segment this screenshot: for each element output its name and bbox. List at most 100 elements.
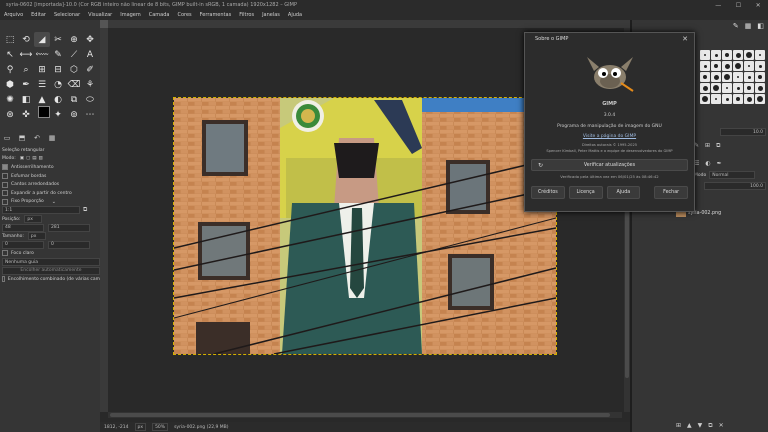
tool-icon[interactable]: ◐ bbox=[50, 92, 66, 107]
pattern-icon[interactable]: ▦ bbox=[745, 22, 752, 32]
antialias-option[interactable]: Antisserrilhamento bbox=[0, 163, 100, 172]
tool-icon[interactable]: ⬭ bbox=[82, 92, 98, 107]
vertical-ruler[interactable] bbox=[100, 28, 108, 412]
expand-center-checkbox[interactable] bbox=[2, 190, 8, 197]
brush-preset[interactable] bbox=[711, 50, 721, 60]
menu-cores[interactable]: Cores bbox=[173, 12, 195, 18]
tool-icon[interactable]: ✂ bbox=[50, 32, 66, 47]
device-status-tab-icon[interactable]: ⬒ bbox=[17, 134, 27, 142]
guides-select[interactable]: Nenhuma guia bbox=[2, 258, 100, 267]
rounded-checkbox[interactable] bbox=[2, 181, 8, 188]
fixed-option[interactable]: Fixo Proporção ⌄ bbox=[0, 198, 100, 207]
position-x-input[interactable]: 48 bbox=[2, 223, 44, 232]
mode-icons[interactable]: ▣▢▤▥ bbox=[20, 156, 45, 161]
combined-checkbox[interactable] bbox=[2, 276, 5, 283]
brush-preset[interactable] bbox=[711, 94, 721, 104]
close-button[interactable]: Fechar bbox=[654, 186, 688, 199]
menu-imagem[interactable]: Imagem bbox=[116, 12, 145, 18]
tool-icon[interactable]: ✎ bbox=[50, 47, 66, 62]
tool-icon[interactable]: ↖ bbox=[2, 47, 18, 62]
tool-icon[interactable]: ⧉ bbox=[66, 92, 82, 107]
brush-preset[interactable] bbox=[700, 94, 710, 104]
tool-icon[interactable]: ⬢ bbox=[2, 77, 18, 92]
highlight-option[interactable]: Foco claro bbox=[0, 249, 100, 258]
brush-preset[interactable] bbox=[711, 72, 721, 82]
brush-preset[interactable] bbox=[722, 83, 732, 93]
highlight-checkbox[interactable] bbox=[2, 250, 8, 257]
brush-preset[interactable] bbox=[722, 94, 732, 104]
raise-layer-icon[interactable]: ▲ bbox=[687, 422, 692, 430]
delete-layer-icon[interactable]: ✕ bbox=[719, 422, 724, 430]
paths-tab-icon[interactable]: ✒ bbox=[717, 160, 722, 168]
menu-visualizar[interactable]: Visualizar bbox=[84, 12, 116, 18]
tool-icon[interactable]: ⌕ bbox=[18, 62, 34, 77]
brush-preset[interactable] bbox=[711, 83, 721, 93]
zoom-select[interactable]: 50% bbox=[152, 423, 169, 431]
channels-tab-icon[interactable]: ◐ bbox=[705, 160, 710, 168]
position-unit-select[interactable]: px bbox=[24, 215, 43, 224]
new-layer-icon[interactable]: ⊞ bbox=[676, 422, 681, 430]
color-swatches[interactable] bbox=[38, 106, 58, 123]
feather-option[interactable]: Esfumar bordas bbox=[0, 172, 100, 181]
size-unit-select[interactable]: px bbox=[27, 232, 46, 241]
new-brush-icon[interactable]: ⊞ bbox=[705, 142, 710, 150]
maximize-button[interactable]: ☐ bbox=[736, 2, 741, 9]
foreground-color-swatch[interactable] bbox=[38, 106, 50, 118]
brush-preset[interactable] bbox=[733, 50, 743, 60]
size-width-input[interactable]: 0 bbox=[2, 240, 44, 249]
tool-icon[interactable]: ⬚ bbox=[2, 32, 18, 47]
website-link[interactable]: Visite a página do GIMP bbox=[525, 134, 694, 139]
brush-preset[interactable] bbox=[755, 72, 765, 82]
brush-preset[interactable] bbox=[700, 50, 710, 60]
brush-preset[interactable] bbox=[733, 72, 743, 82]
close-icon[interactable]: ✕ bbox=[682, 35, 688, 43]
gradient-icon[interactable]: ◧ bbox=[757, 22, 764, 32]
navigate-corner-icon[interactable] bbox=[100, 20, 108, 28]
brush-preset[interactable] bbox=[744, 83, 754, 93]
tool-icon[interactable]: ⊕ bbox=[66, 32, 82, 47]
combined-option[interactable]: Encolhimento combinado (de várias cam bbox=[0, 275, 100, 284]
menu-selecionar[interactable]: Selecionar bbox=[50, 12, 84, 18]
brush-preset[interactable] bbox=[700, 83, 710, 93]
opacity-input[interactable]: 100.0 bbox=[704, 182, 766, 190]
tool-icon[interactable]: ⊚ bbox=[66, 107, 82, 122]
brush-preset[interactable] bbox=[755, 61, 765, 71]
menu-camada[interactable]: Camada bbox=[145, 12, 174, 18]
brush-preset[interactable] bbox=[700, 61, 710, 71]
tool-icon[interactable]: ⬳ bbox=[34, 47, 50, 62]
menu-editar[interactable]: Editar bbox=[27, 12, 50, 18]
help-button[interactable]: Ajuda bbox=[606, 186, 641, 199]
layer-mode-select[interactable]: Normal bbox=[709, 171, 756, 179]
brush-preset[interactable] bbox=[733, 83, 743, 93]
brush-preset[interactable] bbox=[755, 94, 765, 104]
undo-history-tab-icon[interactable]: ↶ bbox=[32, 134, 42, 142]
lower-layer-icon[interactable]: ▼ bbox=[698, 422, 703, 430]
brush-preset[interactable] bbox=[700, 72, 710, 82]
brush-preset[interactable] bbox=[755, 50, 765, 60]
brush-preset[interactable] bbox=[722, 72, 732, 82]
chain-icon[interactable]: ⧉ bbox=[83, 206, 87, 214]
tool-icon[interactable]: ⚘ bbox=[82, 77, 98, 92]
menu-janelas[interactable]: Janelas bbox=[258, 12, 284, 18]
check-updates-button[interactable]: ↻ Verificar atualizações bbox=[531, 159, 688, 171]
tool-options-tab-icon[interactable]: ▭ bbox=[2, 134, 12, 142]
tool-icon[interactable]: ⌫ bbox=[66, 77, 82, 92]
tool-icon[interactable]: ⊟ bbox=[50, 62, 66, 77]
tool-icon[interactable]: ▲ bbox=[34, 92, 50, 107]
ratio-input[interactable]: 1:1 bbox=[2, 206, 80, 215]
tool-icon[interactable]: ⊛ bbox=[2, 107, 18, 122]
tool-icon[interactable]: ⊞ bbox=[34, 62, 50, 77]
tool-icon[interactable]: ◧ bbox=[18, 92, 34, 107]
tool-icon[interactable]: ⚲ bbox=[2, 62, 18, 77]
menu-ajuda[interactable]: Ajuda bbox=[284, 12, 306, 18]
brush-preset[interactable] bbox=[744, 94, 754, 104]
tool-icon[interactable]: ✒ bbox=[18, 77, 34, 92]
credits-button[interactable]: Créditos bbox=[531, 186, 565, 199]
brush-preset[interactable] bbox=[733, 61, 743, 71]
tool-icon[interactable]: ✜ bbox=[18, 107, 34, 122]
chevron-down-icon[interactable]: ⌄ bbox=[52, 199, 56, 205]
tool-icon[interactable]: ☰ bbox=[34, 77, 50, 92]
tool-icon[interactable]: ⬡ bbox=[66, 62, 82, 77]
menu-arquivo[interactable]: Arquivo bbox=[0, 12, 27, 18]
tool-icon[interactable]: ⟷ bbox=[18, 47, 34, 62]
